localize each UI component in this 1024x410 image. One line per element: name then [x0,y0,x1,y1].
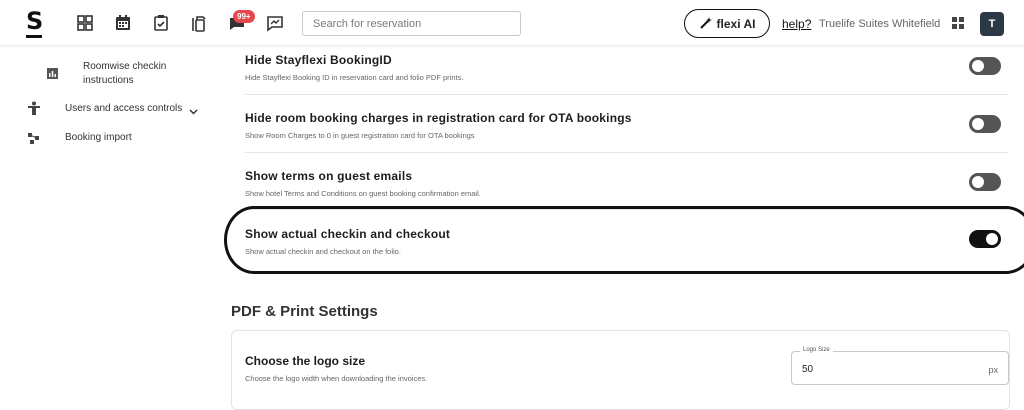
toggle-hide-booking-id[interactable] [969,57,1001,75]
import-icon [28,131,40,149]
toggle-show-terms[interactable] [969,173,1001,191]
calendar-icon[interactable] [113,13,133,33]
setting-description: Show hotel Terms and Conditions on guest… [245,189,481,198]
sidebar-item-label: Roomwise checkin instructions [83,61,167,86]
report-icon [47,66,58,84]
divider [245,94,1008,95]
magic-wand-icon [699,17,712,30]
setting-description: Choose the logo width when downloading t… [245,374,428,383]
notification-badge: 99+ [233,10,255,23]
flexi-ai-button[interactable]: flexi AI [684,9,770,38]
dashboard-icon[interactable] [75,13,95,33]
divider [245,152,1008,153]
toggle-hide-room-charges[interactable] [969,115,1001,133]
user-icon [28,101,40,120]
setting-show-terms: Show terms on guest emails Show hotel Te… [245,169,1010,198]
section-title: PDF & Print Settings [231,303,378,320]
reports-icon[interactable] [265,13,285,33]
setting-title: Choose the logo size [245,354,366,368]
search-input[interactable] [302,11,521,36]
setting-actual-checkin-checkout: Show actual checkin and checkout Show ac… [245,227,1010,256]
logo-size-label: Logo Size [800,347,833,353]
flexi-ai-label: flexi AI [716,16,756,31]
avatar[interactable]: T [980,12,1004,36]
setting-logo-size: Choose the logo size Choose the logo wid… [245,354,427,383]
setting-hide-booking-id: Hide Stayflexi BookingID Hide Stayflexi … [245,53,1010,82]
sidebar-item-label: Booking import [65,132,132,143]
setting-title: Hide room booking charges in registratio… [245,111,632,125]
setting-hide-room-charges: Hide room booking charges in registratio… [245,111,1010,140]
setting-description: Show Room Charges to 0 in guest registra… [245,131,475,140]
setting-title: Hide Stayflexi BookingID [245,53,392,67]
sidebar-item-label: Users and access controls [65,103,183,114]
housekeeping-icon[interactable] [189,13,209,33]
sidebar-item-booking-import[interactable]: Booking import [65,132,132,143]
top-navigation-bar: S 99+ flexi AI help? Truelife Suites Whi… [0,0,1024,46]
checklist-icon[interactable] [151,13,171,33]
hotel-name[interactable]: Truelife Suites Whitefield [819,18,940,30]
sidebar-item-roomwise-checkin[interactable]: Roomwise checkin instructions [83,60,193,88]
logo-size-field[interactable]: Logo Size 50 px [791,347,1009,385]
setting-title: Show terms on guest emails [245,169,413,183]
apps-grid-icon[interactable] [952,17,964,29]
help-link[interactable]: help? [782,17,811,31]
toggle-actual-checkin-checkout[interactable] [969,230,1001,248]
sidebar-item-users-access[interactable]: Users and access controls [65,103,182,114]
setting-description: Show actual checkin and checkout on the … [245,247,401,256]
setting-title: Show actual checkin and checkout [245,227,451,241]
logo-size-unit: px [988,365,998,375]
logo-underline [26,35,42,38]
setting-description: Hide Stayflexi Booking ID in reservation… [245,73,464,82]
chevron-down-icon[interactable] [189,103,198,121]
app-logo[interactable]: S [26,9,43,33]
logo-size-value[interactable]: 50 [802,364,813,375]
